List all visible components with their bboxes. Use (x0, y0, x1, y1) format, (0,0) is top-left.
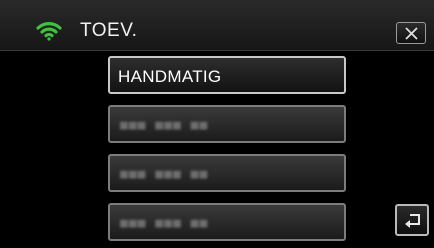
screen: TOEV. HANDMATIG ■■■ ■■■ ■■ ■■■ ■■■ ■■ ■■… (0, 0, 434, 248)
back-button[interactable] (395, 204, 429, 236)
page-title: TOEV. (80, 20, 138, 41)
header-bar: TOEV. (0, 0, 434, 51)
wifi-icon (36, 22, 62, 41)
list-item-network-1[interactable]: ■■■ ■■■ ■■ (108, 105, 346, 143)
list-item-network-2[interactable]: ■■■ ■■■ ■■ (108, 154, 346, 192)
list-item-label: HANDMATIG (118, 67, 222, 86)
list-item-handmatig[interactable]: HANDMATIG (108, 56, 346, 94)
obscured-network-name: ■■■ ■■■ ■■ (120, 216, 209, 231)
obscured-network-name: ■■■ ■■■ ■■ (120, 118, 209, 133)
obscured-network-name: ■■■ ■■■ ■■ (120, 167, 209, 182)
return-icon (405, 214, 420, 228)
close-button[interactable] (396, 22, 426, 44)
close-icon (405, 27, 418, 40)
list-item-network-3[interactable]: ■■■ ■■■ ■■ (108, 203, 346, 241)
